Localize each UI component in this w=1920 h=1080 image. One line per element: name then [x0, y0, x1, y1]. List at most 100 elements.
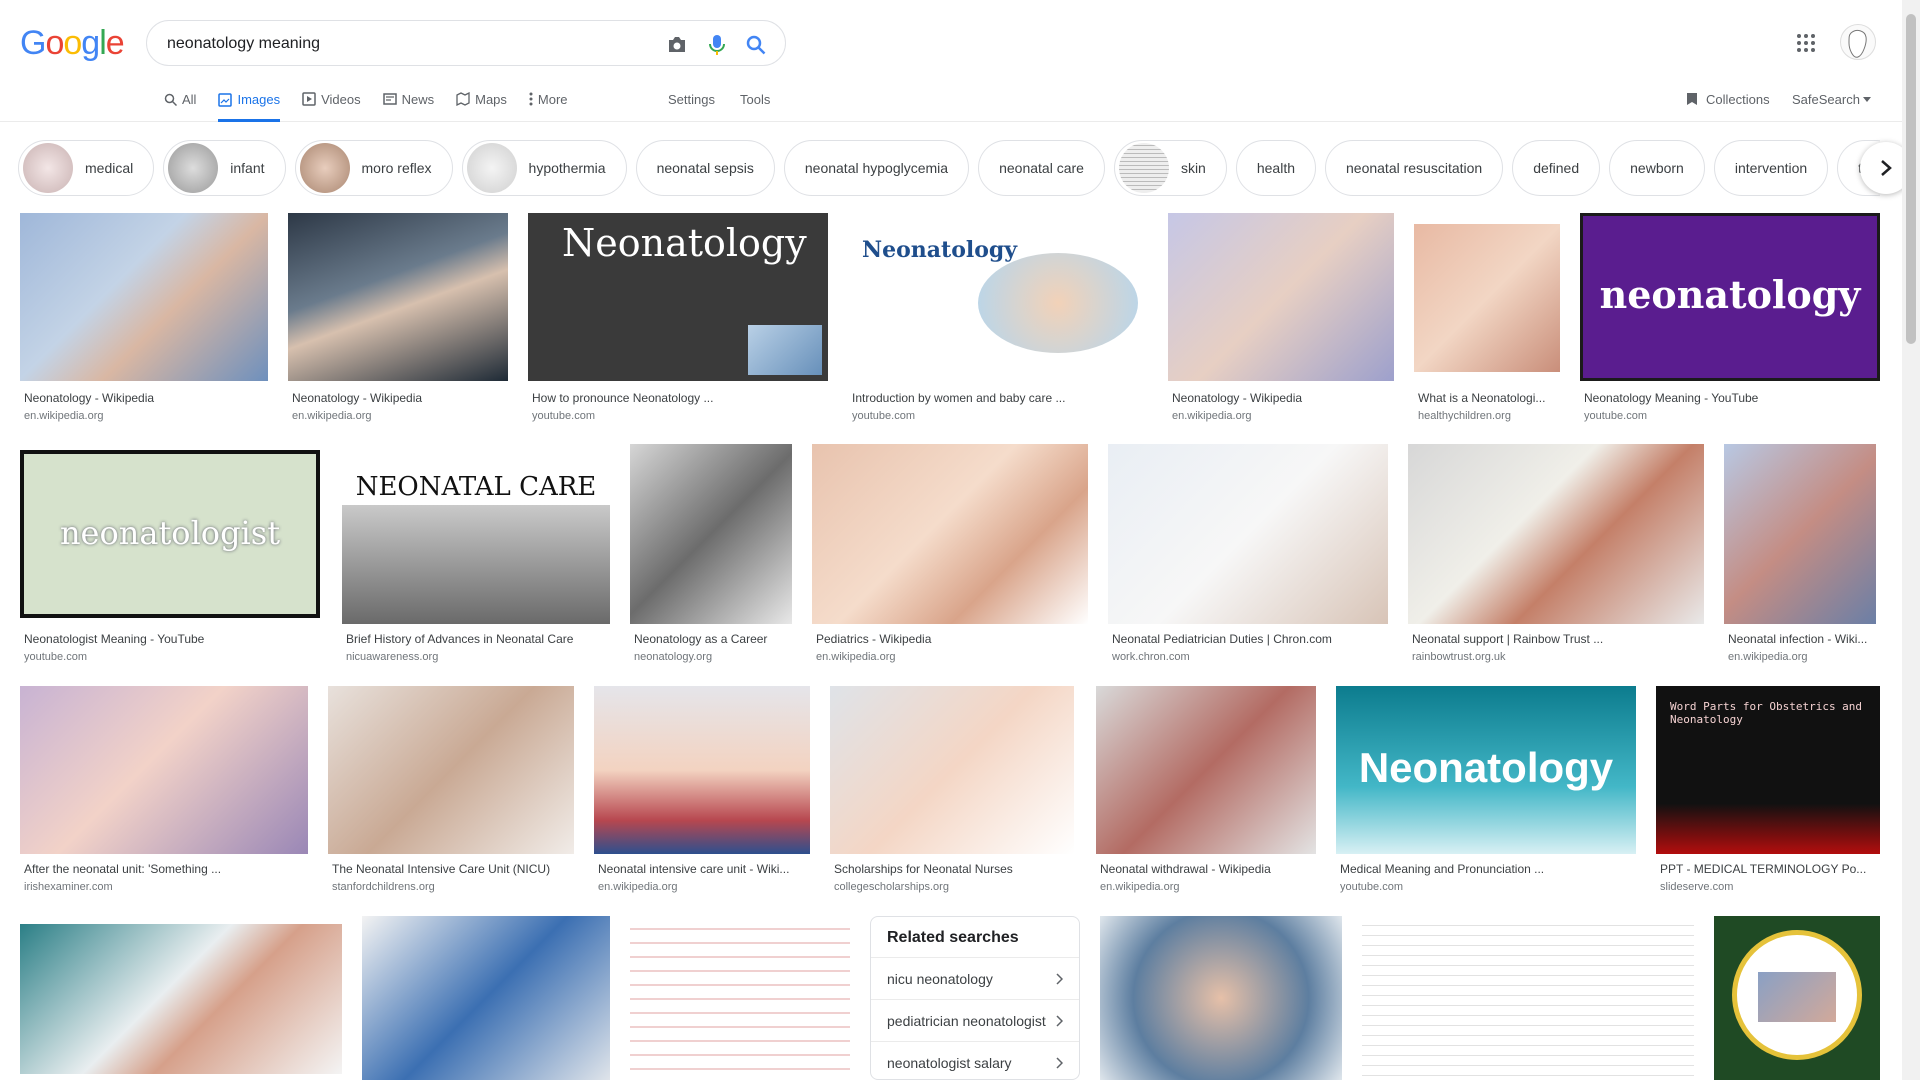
chip-hypothermia[interactable]: hypothermia [461, 140, 627, 196]
result-source: nicuawareness.org [346, 651, 439, 663]
collections-label: Collections [1706, 91, 1770, 107]
chip-defined[interactable]: defined [1512, 140, 1601, 196]
search-input[interactable] [167, 33, 627, 55]
result-title: PPT - MEDICAL TERMINOLOGY Po... [1660, 862, 1867, 876]
chip-label: neonatal resuscitation [1346, 160, 1483, 176]
result-thumbnail [1100, 916, 1342, 1080]
search-icon[interactable] [744, 33, 768, 57]
result-thumbnail [830, 686, 1074, 854]
tab-videos[interactable]: Videos [302, 80, 361, 118]
search-tabs: All Images Videos News Maps More [164, 80, 590, 122]
result-title: Neonatal intensive care unit - Wiki... [598, 862, 790, 876]
map-icon [456, 92, 470, 106]
collections-link[interactable]: Collections [1686, 80, 1770, 118]
chip-neonatal-resuscitation[interactable]: neonatal resuscitation [1325, 140, 1504, 196]
tab-images[interactable]: Images [218, 80, 281, 122]
camera-icon[interactable] [665, 33, 689, 57]
result-source: healthychildren.org [1418, 410, 1511, 422]
chip-label: intervention [1734, 160, 1808, 176]
result-thumbnail: Word Parts for Obstetrics and Neonatolog… [1656, 686, 1880, 854]
chip-skin[interactable]: skin [1113, 140, 1227, 196]
result-thumbnail [328, 686, 574, 854]
result-source: work.chron.com [1112, 651, 1190, 663]
result-thumbnail [1096, 686, 1316, 854]
chip-neonatal-care[interactable]: neonatal care [978, 140, 1105, 196]
newspaper-icon [382, 93, 397, 105]
chip-infant[interactable]: infant [163, 140, 286, 196]
chip-label: skin [1180, 160, 1206, 176]
chip-label: infant [230, 160, 265, 176]
result-thumbnail [20, 686, 308, 854]
chip-neonatal-hypoglycemia[interactable]: neonatal hypoglycemia [783, 140, 970, 196]
chip-moro-reflex[interactable]: moro reflex [294, 140, 453, 196]
result-thumbnail [288, 213, 508, 381]
header: Google All Images [0, 0, 1920, 122]
result-thumbnail [1714, 916, 1880, 1080]
safesearch-toggle[interactable]: SafeSearch [1792, 80, 1871, 118]
tab-more-label: More [537, 91, 568, 107]
google-logo[interactable]: Google [20, 24, 125, 63]
result-title: Neonatology - Wikipedia [24, 391, 155, 405]
chip-health[interactable]: health [1235, 140, 1316, 196]
result-title: Scholarships for Neonatal Nurses [834, 862, 1013, 876]
chip-label: medical [85, 160, 134, 176]
result-title: The Neonatal Intensive Care Unit (NICU) [332, 862, 551, 876]
chip-intervention[interactable]: intervention [1713, 140, 1829, 196]
microphone-icon[interactable] [705, 33, 729, 57]
chip-newborn[interactable]: newborn [1609, 140, 1705, 196]
result-source: en.wikipedia.org [24, 410, 104, 422]
tab-maps[interactable]: Maps [456, 80, 507, 118]
thumbnail-caption: Neonatology [862, 237, 1018, 263]
chip-medical[interactable]: medical [18, 140, 155, 196]
page-scrollbar[interactable] [1902, 0, 1920, 1080]
related-search-item[interactable]: nicu neonatology [871, 957, 1079, 999]
result-source: en.wikipedia.org [292, 410, 372, 422]
related-searches-heading: Related searches [887, 929, 1019, 946]
result-title: Neonatal Pediatrician Duties | Chron.com [1112, 632, 1332, 646]
chip-label: neonatal care [999, 160, 1084, 176]
apps-grid-icon[interactable] [1796, 33, 1816, 53]
result-thumbnail: Neonatology [848, 213, 1148, 381]
tab-more[interactable]: More [529, 80, 568, 118]
result-source: youtube.com [1340, 881, 1403, 893]
chip-label: health [1256, 160, 1295, 176]
result-thumbnail: NEONATAL CARE [342, 444, 610, 624]
result-title: Neonatology - Wikipedia [1172, 391, 1303, 405]
result-title: What is a Neonatologi... [1418, 391, 1546, 405]
bookmark-icon [1687, 93, 1697, 105]
scrollbar-thumb[interactable] [1906, 14, 1916, 344]
thumbnail-caption: neonatology [1599, 272, 1861, 317]
chip-neonatal-sepsis[interactable]: neonatal sepsis [635, 140, 775, 196]
thumbnail-caption: neonatologist [59, 514, 281, 552]
account-avatar[interactable] [1840, 24, 1876, 60]
tab-news-label: News [401, 91, 435, 107]
tab-all[interactable]: All [164, 80, 196, 118]
tab-images-label: Images [237, 92, 281, 107]
thumbnail-caption: NEONATAL CARE [355, 472, 597, 502]
tab-all-label: All [182, 91, 197, 107]
result-thumbnail [1414, 224, 1560, 372]
related-search-item[interactable]: pediatrician neonatologist [871, 999, 1079, 1041]
result-source: en.wikipedia.org [598, 881, 678, 893]
tools-link[interactable]: Tools [740, 80, 770, 118]
related-search-item[interactable]: neonatologist salary [871, 1041, 1079, 1079]
search-box[interactable] [146, 20, 786, 66]
result-source: en.wikipedia.org [1100, 881, 1180, 893]
result-source: rainbowtrust.org.uk [1412, 651, 1506, 663]
result-source: en.wikipedia.org [1172, 410, 1252, 422]
safesearch-label: SafeSearch [1792, 91, 1860, 107]
caret-down-icon [1862, 96, 1871, 102]
result-title: Neonatal support | Rainbow Trust ... [1412, 632, 1604, 646]
chevron-right-icon [1056, 1014, 1063, 1027]
result-title: After the neonatal unit: 'Something ... [24, 862, 222, 876]
result-thumbnail [20, 924, 342, 1074]
tab-news[interactable]: News [382, 80, 435, 118]
settings-link[interactable]: Settings [668, 80, 715, 118]
related-searches-panel: Related searches nicu neonatology pediat… [870, 916, 1080, 1080]
chip-label: newborn [1630, 160, 1684, 176]
chip-thumbnail [466, 143, 517, 193]
result-thumbnail: neonatology [1580, 213, 1880, 381]
related-search-label: pediatrician neonatologist [887, 1012, 1046, 1029]
result-source: neonatology.org [634, 651, 713, 663]
chip-thumbnail [23, 143, 73, 193]
